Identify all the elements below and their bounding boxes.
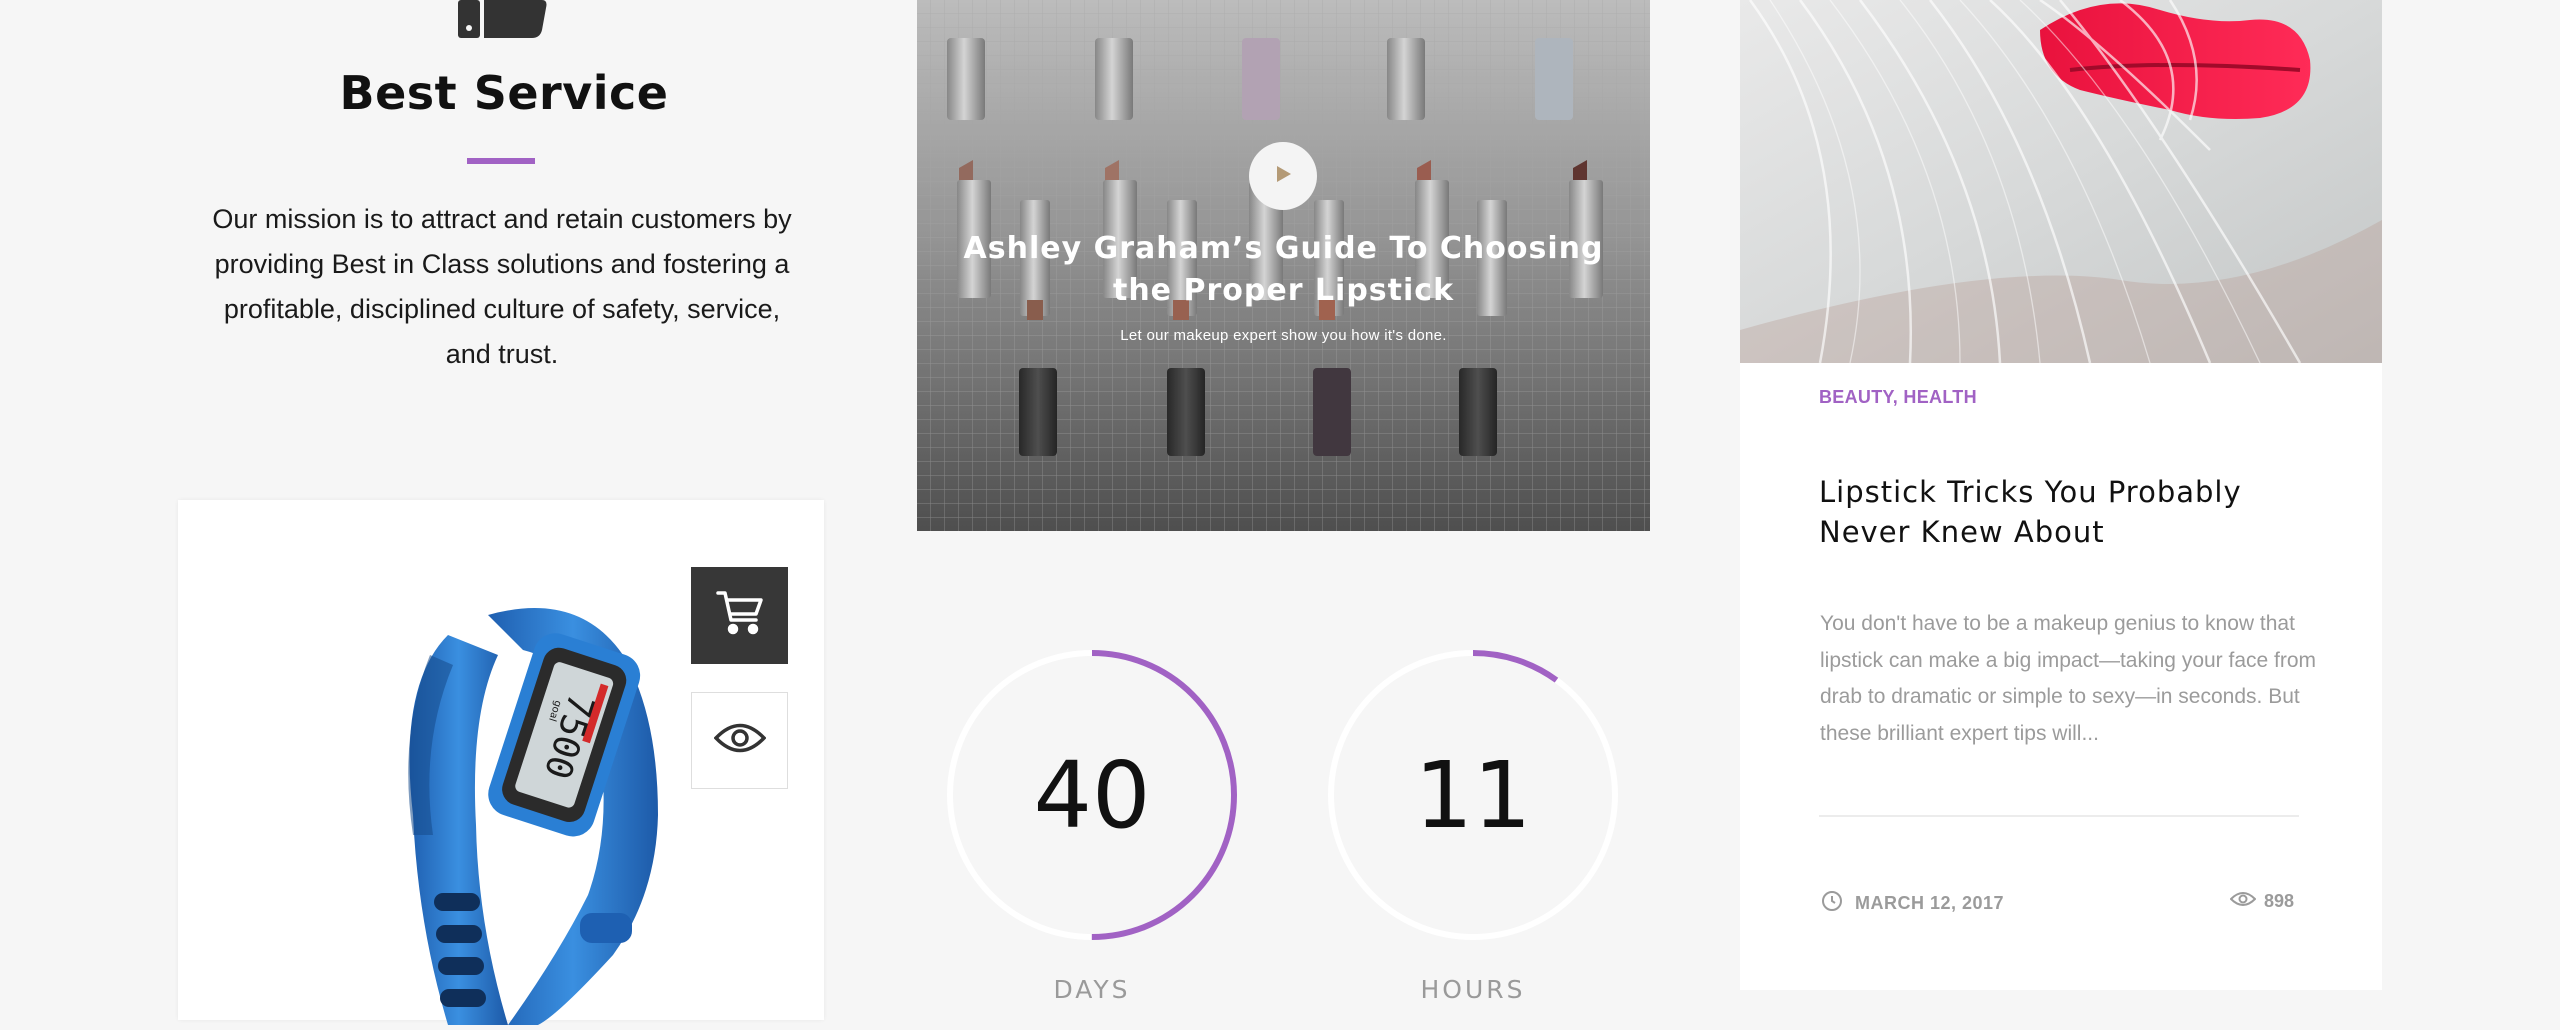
- product-card[interactable]: 7500 goal: [178, 500, 824, 1025]
- blog-image[interactable]: [1740, 0, 2382, 363]
- blog-views-meta: 898: [2229, 890, 2295, 913]
- shopping-cart-icon: [715, 590, 764, 641]
- blog-date: MARCH 12, 2017: [1855, 893, 2005, 913]
- blog-title[interactable]: Lipstick Tricks You Probably Never Knew …: [1819, 472, 2299, 552]
- clock-icon: [1821, 890, 1843, 917]
- video-panel[interactable]: Ashley Graham’s Guide To Choosing the Pr…: [917, 0, 1650, 531]
- play-icon: [1272, 163, 1294, 190]
- blog-excerpt: You don't have to be a makeup genius to …: [1820, 612, 2317, 745]
- video-subtitle: Let our makeup expert show you how it's …: [1120, 327, 1447, 344]
- countdown-days: 40: [942, 645, 1242, 945]
- days-value: 40: [1033, 741, 1151, 849]
- video-title: Ashley Graham’s Guide To Choosing the Pr…: [963, 231, 1604, 308]
- fitness-band-icon[interactable]: 7500 goal: [358, 595, 678, 1025]
- blog-category[interactable]: BEAUTY, HEALTH: [1819, 387, 1977, 408]
- service-divider: [467, 158, 535, 164]
- quick-view-button[interactable]: [691, 692, 788, 789]
- service-title: Best Service: [339, 66, 669, 120]
- add-to-cart-button[interactable]: [691, 567, 788, 664]
- blog-card[interactable]: BEAUTY, HEALTH Lipstick Tricks You Proba…: [1740, 0, 2382, 990]
- thumbs-up-icon: [458, 0, 548, 42]
- blog-views: 898: [2264, 891, 2295, 911]
- blog-date-meta: MARCH 12, 2017: [1821, 890, 2004, 917]
- eye-icon: [713, 721, 766, 760]
- eye-icon: [2229, 890, 2257, 913]
- hours-value: 11: [1414, 741, 1532, 849]
- blog-divider: [1819, 815, 2299, 817]
- countdown-hours: 11: [1323, 645, 1623, 945]
- play-button[interactable]: [1249, 142, 1317, 210]
- service-description: Our mission is to attract and retain cus…: [212, 204, 792, 369]
